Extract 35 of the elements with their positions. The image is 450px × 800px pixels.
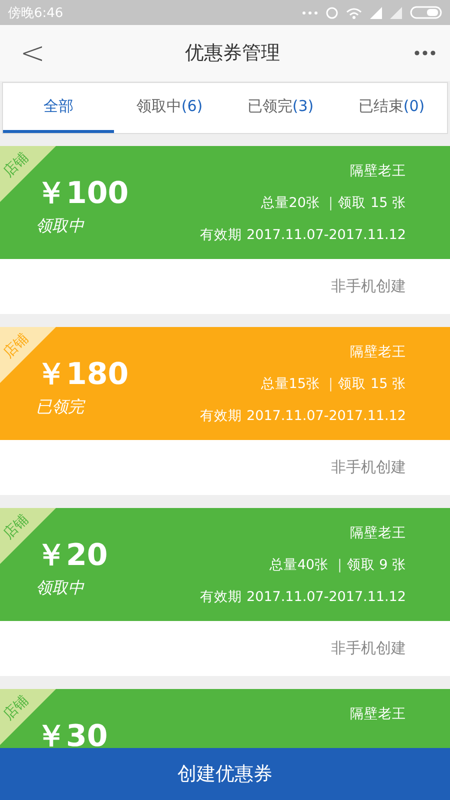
coupon-amount: ￥180 [36,356,129,394]
filter-tab[interactable]: 已领完(3) [225,83,336,133]
coupon-stats: 总量20张 ｜领取 15 张 [260,194,406,212]
status-time: 傍晚6:46 [8,4,64,22]
coupon-stats: 总量40张 ｜领取 9 张 [269,556,406,574]
signal-icon [390,6,402,18]
shop-name: 隔壁老王 [350,524,406,542]
coupon-amount: ￥20 [36,537,108,575]
validity-period: 有效期 2017.11.07-2017.11.12 [200,226,406,244]
coupon-status: 已领完 [36,397,86,418]
page-title: 优惠券管理 [185,41,280,66]
create-coupon-button[interactable]: 创建优惠券 [0,748,450,800]
coupon-amount: ￥30 [36,718,108,748]
creation-source: 非手机创建 [331,639,406,658]
more-icon[interactable] [414,50,436,56]
filter-tab[interactable]: 全部 [3,83,114,133]
alarm-icon [326,6,338,18]
coupon-status: 领取中 [36,216,86,237]
battery-icon [410,6,442,19]
shop-name: 隔壁老王 [350,162,406,180]
coupon-stats: 总量15张 ｜领取 15 张 [260,375,406,393]
filter-tab[interactable]: 已结束(0) [336,83,447,133]
coupon-amount: ￥100 [36,175,129,213]
notification-dots-icon [302,10,318,14]
wifi-icon [346,6,362,18]
coupon-status: 领取中 [36,578,86,599]
signal-icon [370,6,382,18]
filter-tab[interactable]: 领取中(6) [114,83,225,133]
shop-name: 隔壁老王 [350,705,406,723]
shop-name: 隔壁老王 [350,343,406,361]
validity-period: 有效期 2017.11.07-2017.11.12 [200,588,406,606]
back-button[interactable]: < [14,36,52,70]
creation-source: 非手机创建 [331,458,406,477]
creation-source: 非手机创建 [331,277,406,296]
validity-period: 有效期 2017.11.07-2017.11.12 [200,407,406,425]
